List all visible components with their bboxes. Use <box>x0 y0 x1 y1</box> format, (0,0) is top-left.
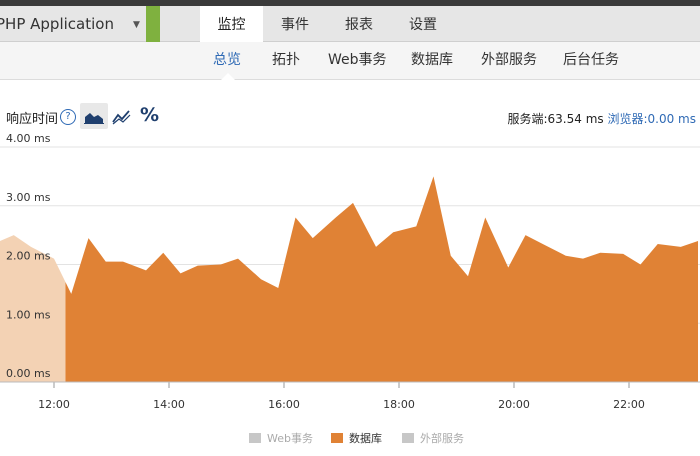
area-chart-view-button[interactable] <box>80 103 108 129</box>
y-tick-label: 4.00 ms <box>6 132 51 145</box>
legend-swatch <box>402 433 414 443</box>
legend-swatch <box>249 433 261 443</box>
help-icon[interactable]: ? <box>60 109 76 125</box>
x-tick-label: 12:00 <box>38 398 70 411</box>
app-selector[interactable]: PHP Application <box>0 6 146 42</box>
subnav-active-pointer <box>221 73 235 80</box>
tab-monitor[interactable]: 监控 <box>200 6 263 42</box>
subnav-item-background-tasks[interactable]: 后台任务 <box>563 42 619 79</box>
legend-label: 数据库 <box>349 432 382 445</box>
legend-item-external-services[interactable]: 外部服务 <box>402 430 464 446</box>
tab-reports[interactable]: 报表 <box>327 6 391 42</box>
x-tick-label: 20:00 <box>498 398 530 411</box>
chart-series <box>0 176 698 382</box>
legend-swatch <box>331 433 343 443</box>
main-tabs: 监控 事件 报表 设置 <box>200 6 455 42</box>
subnav-item-database[interactable]: 数据库 <box>411 42 453 79</box>
server-value: 63.54 ms <box>547 112 604 126</box>
subnav-item-external-services[interactable]: 外部服务 <box>481 42 537 79</box>
chart-x-ticks: 12:00 14:00 16:00 18:00 20:00 22:00 <box>0 381 700 411</box>
y-tick-label: 0.00 ms <box>6 367 51 380</box>
top-bar: PHP Application ▼ 监控 事件 报表 设置 <box>0 0 700 42</box>
percent-view-button[interactable]: % <box>140 104 159 126</box>
x-tick-label: 18:00 <box>383 398 415 411</box>
sub-nav: 总览 拓扑 Web事务 数据库 外部服务 后台任务 <box>0 42 700 80</box>
legend-label: 外部服务 <box>420 432 464 445</box>
x-tick-label: 16:00 <box>268 398 300 411</box>
browser-label[interactable]: 浏览器: <box>607 112 647 126</box>
subnav-item-topology[interactable]: 拓扑 <box>272 42 300 79</box>
browser-value: 0.00 ms <box>647 112 696 126</box>
line-chart-icon <box>112 110 131 125</box>
app-name: PHP Application <box>0 15 114 33</box>
chart-legend: Web事务 数据库 外部服务 <box>0 430 700 448</box>
area-chart-icon <box>84 113 104 124</box>
subnav-item-web-transactions[interactable]: Web事务 <box>328 42 387 79</box>
database-area <box>65 176 698 382</box>
y-tick-label: 3.00 ms <box>6 191 51 204</box>
legend-item-database[interactable]: 数据库 <box>331 430 382 446</box>
response-time-chart: 0.00 ms 1.00 ms 2.00 ms 3.00 ms 4.00 ms 12:0… <box>0 132 700 411</box>
tab-settings[interactable]: 设置 <box>391 6 455 42</box>
y-tick-label: 2.00 ms <box>6 250 51 263</box>
response-summary: 服务端:63.54 ms 浏览器:0.00 ms <box>507 110 696 127</box>
line-chart-view-button[interactable] <box>108 103 136 129</box>
x-tick-label: 14:00 <box>153 398 185 411</box>
tab-events[interactable]: 事件 <box>263 6 327 42</box>
legend-item-web-transactions[interactable]: Web事务 <box>249 430 313 446</box>
chevron-down-icon[interactable]: ▼ <box>133 20 140 30</box>
server-label: 服务端: <box>507 112 548 126</box>
app-health-indicator <box>146 6 160 42</box>
legend-label: Web事务 <box>267 432 313 445</box>
x-tick-label: 22:00 <box>613 398 645 411</box>
y-tick-label: 1.00 ms <box>6 308 51 321</box>
metric-title: 响应时间 <box>6 112 59 127</box>
